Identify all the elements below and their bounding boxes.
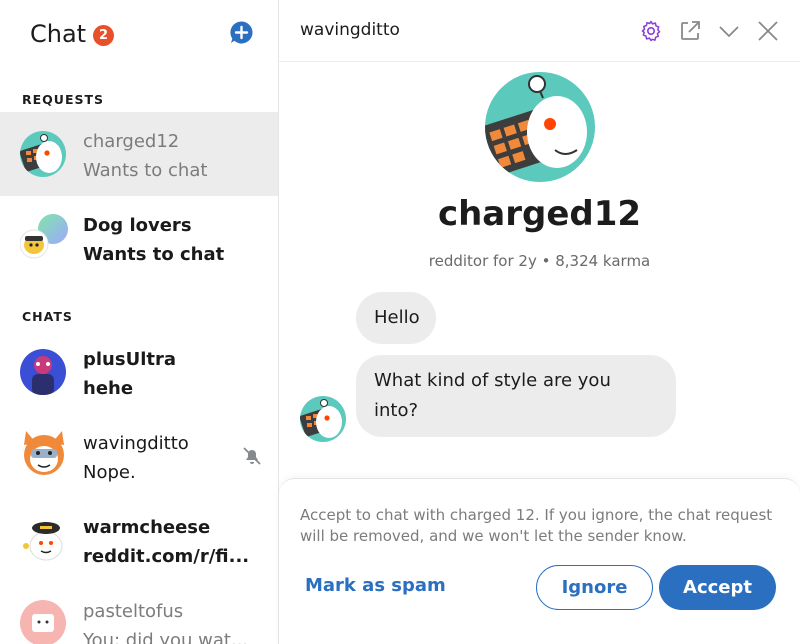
request-notice: Accept to chat with charged 12. If you i… (300, 506, 773, 545)
chat-preview: Nope. (83, 462, 136, 483)
unread-badge: 2 (93, 25, 114, 46)
profile-name: charged12 (437, 194, 642, 234)
chat-name: plusUltra (83, 349, 176, 370)
requests-section-label: REQUESTS (22, 92, 105, 107)
conversation-title: wavingditto (300, 20, 400, 40)
message-bubble: What kind of style are you into? (356, 355, 676, 437)
profile-avatar (485, 72, 595, 182)
settings-button[interactable] (639, 19, 663, 43)
profile-meta: redditor for 2y • 8,324 karma (428, 252, 651, 270)
chat-request-panel: Accept to chat with charged 12. If you i… (279, 478, 800, 644)
popout-button[interactable] (678, 19, 702, 43)
request-subtitle: Wants to chat (83, 244, 225, 265)
conversation-panel: wavingditto charged12 redditor for 2y • … (279, 0, 800, 644)
close-icon (758, 21, 778, 41)
request-subtitle: Wants to chat (83, 160, 208, 181)
gear-icon (641, 20, 661, 42)
request-item-dog-lovers[interactable]: Dog lovers Wants to chat (0, 196, 278, 280)
mark-as-spam-button[interactable]: Mark as spam (305, 575, 446, 596)
chat-name: pasteltofus (83, 601, 184, 622)
chat-item-plusultra[interactable]: plusUltra hehe (0, 330, 278, 414)
close-button[interactable] (756, 19, 780, 43)
request-name: charged12 (83, 131, 180, 152)
chevron-down-icon (719, 26, 739, 38)
chat-item-wavingditto[interactable]: wavingditto Nope. (0, 414, 278, 498)
conversation-header: wavingditto (279, 0, 800, 62)
avatar (20, 131, 66, 177)
sidebar-title: Chat (30, 20, 87, 48)
chat-preview: You: did you wat... (83, 630, 249, 644)
chats-section-label: CHATS (22, 309, 73, 324)
chat-preview: hehe (83, 378, 134, 399)
new-chat-button[interactable] (229, 20, 254, 45)
muted-bell-icon (241, 445, 263, 467)
collapse-button[interactable] (717, 19, 741, 43)
request-item-charged12[interactable]: charged12 Wants to chat (0, 112, 278, 196)
avatar (20, 427, 68, 479)
ignore-button[interactable]: Ignore (536, 565, 653, 610)
chat-item-pasteltofus[interactable]: pasteltofus You: did you wat... (0, 582, 278, 644)
chat-name: warmcheese (83, 517, 211, 538)
message-bubble: Hello (356, 292, 436, 344)
avatar (20, 349, 66, 395)
avatar (20, 516, 68, 564)
avatar (20, 600, 66, 644)
sidebar-header: Chat 2 (0, 0, 278, 68)
message-sender-avatar (300, 396, 346, 442)
new-chat-icon (230, 21, 253, 44)
accept-button[interactable]: Accept (659, 565, 776, 610)
group-avatar (19, 212, 70, 260)
chat-sidebar: Chat 2 REQUESTS charged12 Wants to chat (0, 0, 279, 644)
chat-preview: reddit.com/r/fi... (83, 546, 250, 567)
chat-name: wavingditto (83, 433, 189, 454)
request-name: Dog lovers (83, 215, 192, 236)
chat-item-warmcheese[interactable]: warmcheese reddit.com/r/fi... (0, 498, 278, 582)
popout-icon (681, 21, 700, 40)
